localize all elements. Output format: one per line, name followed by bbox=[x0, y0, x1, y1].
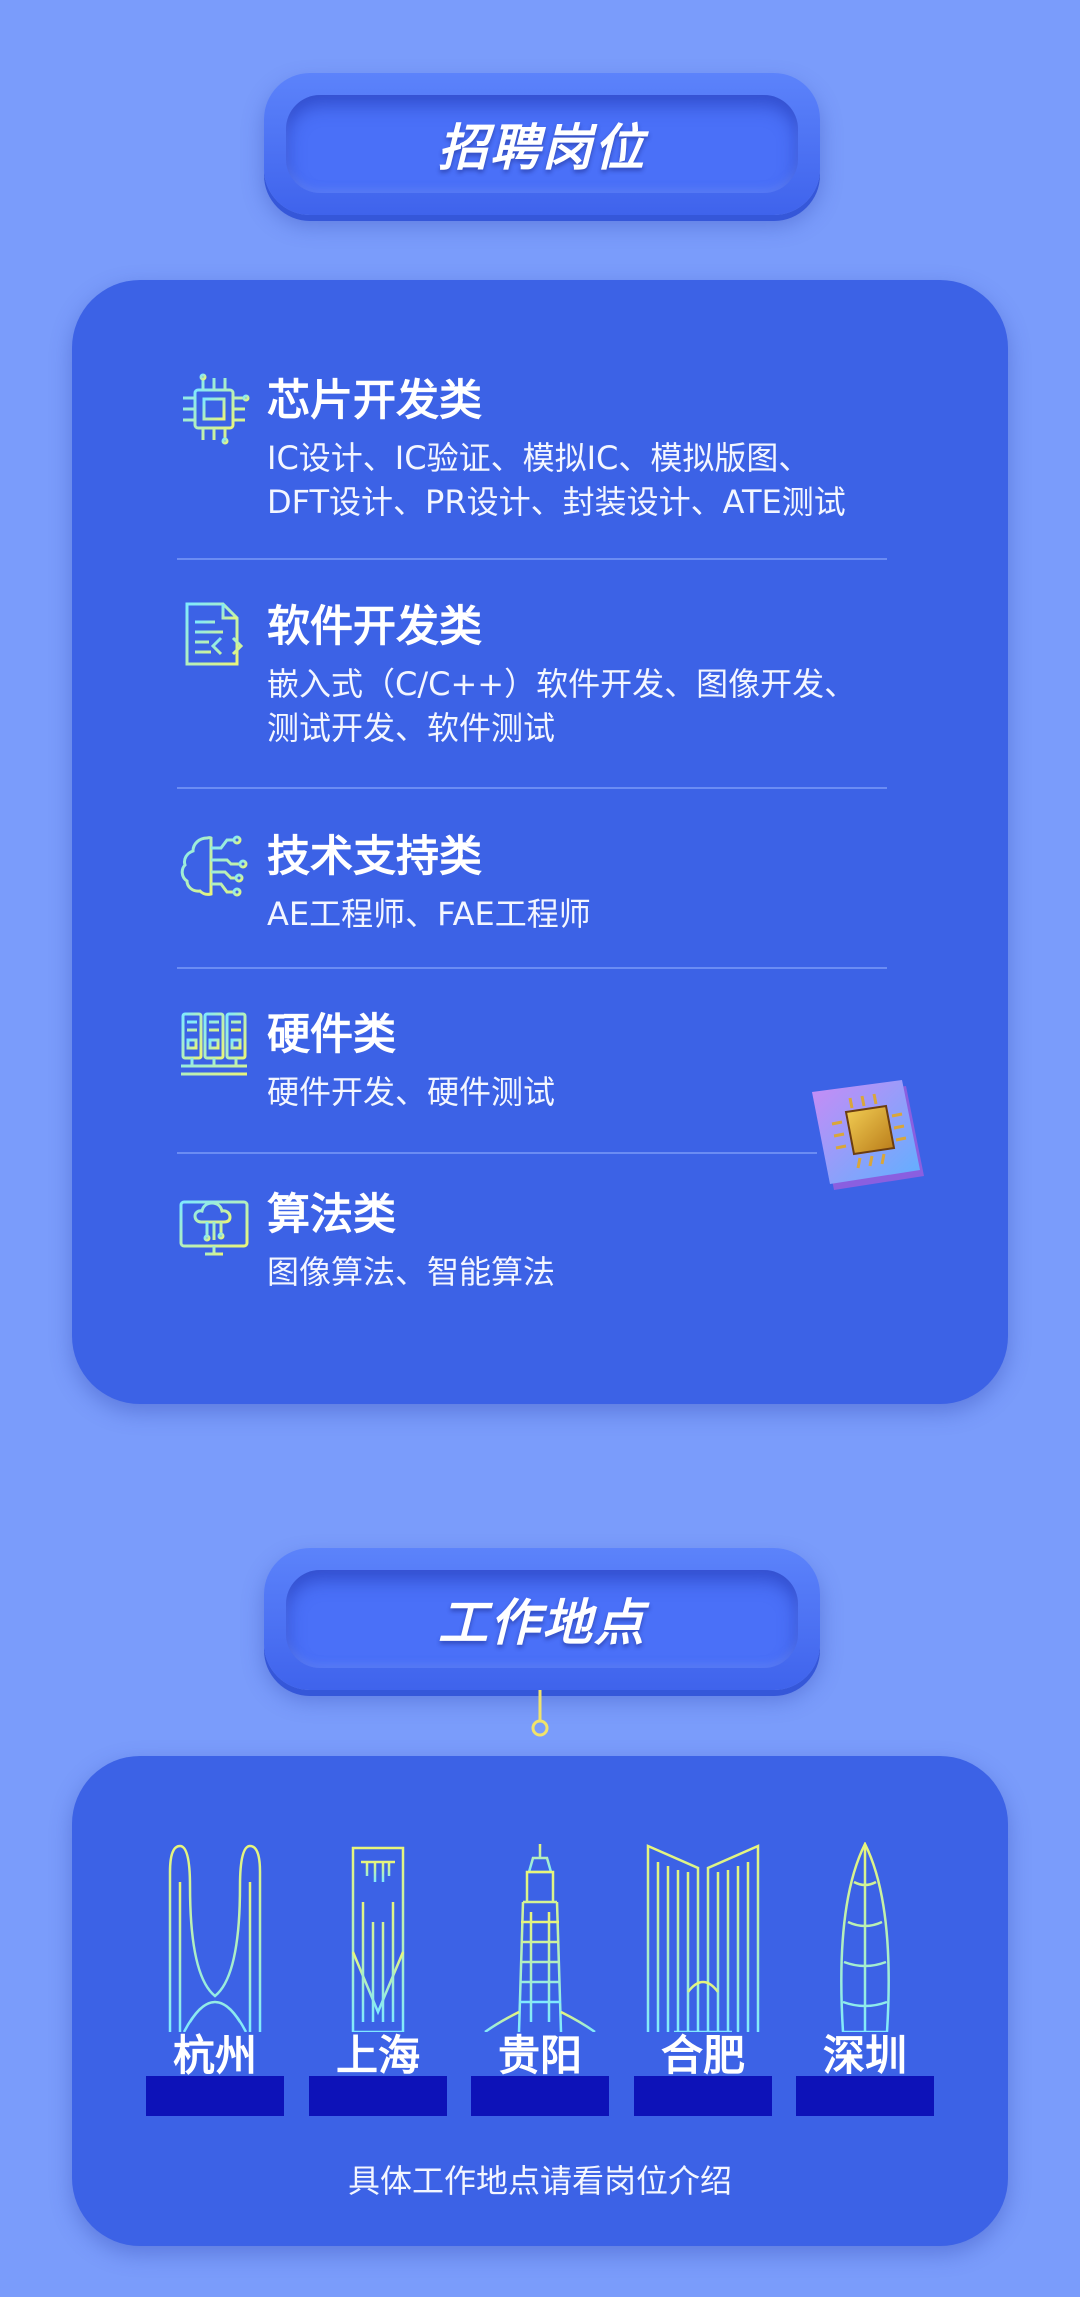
location-section-header: 工作地点 bbox=[264, 1548, 820, 1690]
job-title: 芯片开发类 bbox=[267, 376, 482, 426]
city-hefei[interactable]: 合肥 bbox=[634, 1842, 772, 2122]
city-shenzhen[interactable]: 深圳 bbox=[796, 1842, 934, 2122]
cloud-monitor-icon bbox=[179, 1200, 249, 1256]
chip-decoration-icon bbox=[812, 1080, 924, 1190]
shanghai-landmark-icon bbox=[351, 1846, 405, 2032]
divider bbox=[177, 1152, 817, 1154]
city-shanghai[interactable]: 上海 bbox=[309, 1842, 447, 2122]
jobs-card: 芯片开发类 IC设计、IC验证、模拟IC、模拟版图、 DFT设计、PR设计、封装… bbox=[72, 280, 1008, 1404]
city-guiyang[interactable]: 贵阳 bbox=[471, 1842, 609, 2122]
city-name: 杭州 bbox=[172, 2031, 257, 2080]
job-title: 算法类 bbox=[267, 1190, 396, 1240]
job-category-hardware[interactable]: 硬件类 硬件开发、硬件测试 bbox=[177, 1006, 887, 1116]
job-description: AE工程师、FAE工程师 bbox=[267, 895, 591, 933]
hefei-landmark-icon bbox=[646, 1844, 760, 2032]
job-description: 嵌入式（C/C++）软件开发、图像开发、 测试开发、软件测试 bbox=[267, 665, 857, 747]
city-name: 深圳 bbox=[822, 2031, 907, 2080]
document-code-icon bbox=[185, 602, 244, 666]
city-name: 上海 bbox=[335, 2031, 420, 2080]
divider bbox=[177, 787, 887, 789]
job-description: 图像算法、智能算法 bbox=[267, 1253, 556, 1291]
location-note: 具体工作地点请看岗位介绍 bbox=[347, 2162, 732, 2200]
job-category-support[interactable]: 技术支持类 AE工程师、FAE工程师 bbox=[177, 828, 887, 938]
hardware-board-icon bbox=[181, 1012, 247, 1076]
city-name: 合肥 bbox=[660, 2031, 745, 2080]
city-hangzhou[interactable]: 杭州 bbox=[146, 1842, 284, 2122]
job-title: 技术支持类 bbox=[267, 832, 482, 882]
jobs-section-title: 招聘岗位 bbox=[438, 119, 646, 177]
location-card: 杭州 上海 贵阳 合肥 深圳 具体工作地点请看岗位介绍 bbox=[72, 1756, 1008, 2246]
divider bbox=[177, 558, 887, 560]
location-section-title: 工作地点 bbox=[438, 1594, 646, 1652]
brain-circuit-icon bbox=[180, 835, 248, 897]
job-category-software[interactable]: 软件开发类 嵌入式（C/C++）软件开发、图像开发、 测试开发、软件测试 bbox=[177, 598, 887, 748]
divider bbox=[177, 967, 887, 969]
city-name: 贵阳 bbox=[497, 2031, 582, 2080]
job-description: IC设计、IC验证、模拟IC、模拟版图、 DFT设计、PR设计、封装设计、ATE… bbox=[267, 439, 846, 521]
job-title: 硬件类 bbox=[267, 1010, 396, 1060]
hangzhou-landmark-icon bbox=[168, 1844, 262, 2032]
connector-icon bbox=[531, 1690, 549, 1737]
job-category-chip[interactable]: 芯片开发类 IC设计、IC验证、模拟IC、模拟版图、 DFT设计、PR设计、封装… bbox=[177, 372, 887, 522]
job-category-algorithm[interactable]: 算法类 图像算法、智能算法 bbox=[177, 1186, 887, 1296]
shenzhen-landmark-icon bbox=[840, 1842, 890, 2032]
chip-icon bbox=[183, 373, 250, 445]
guiyang-landmark-icon bbox=[484, 1844, 596, 2032]
job-title: 软件开发类 bbox=[267, 602, 482, 652]
jobs-section-header: 招聘岗位 bbox=[264, 73, 820, 215]
